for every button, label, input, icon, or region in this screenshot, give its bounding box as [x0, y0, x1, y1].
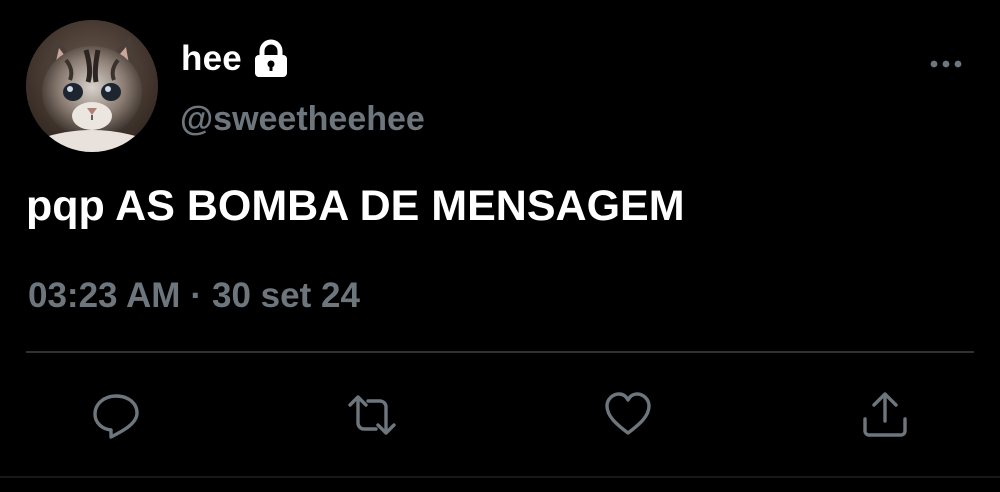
tweet-text: pqp AS BOMBA DE MENSAGEM [26, 182, 685, 230]
more-horizontal-icon[interactable] [926, 52, 966, 76]
display-name[interactable]: hee [181, 39, 242, 79]
tweet-date: 30 set 24 [212, 276, 360, 315]
tweet-timestamp[interactable]: 03:23 AM · 30 set 24 [28, 276, 360, 316]
avatar[interactable] [26, 20, 158, 152]
like-icon[interactable] [602, 389, 654, 441]
divider [26, 351, 974, 353]
kitten-avatar-icon [26, 20, 158, 152]
author-name-row: hee [181, 34, 290, 84]
retweet-icon[interactable] [346, 389, 398, 441]
bottom-divider [0, 476, 1000, 478]
lock-icon [254, 39, 287, 77]
share-icon[interactable] [859, 389, 911, 441]
tweet-time: 03:23 AM [28, 276, 181, 315]
timestamp-separator: · [190, 276, 203, 315]
reply-icon[interactable] [90, 389, 142, 441]
author-handle[interactable]: @sweetheehee [180, 100, 425, 139]
